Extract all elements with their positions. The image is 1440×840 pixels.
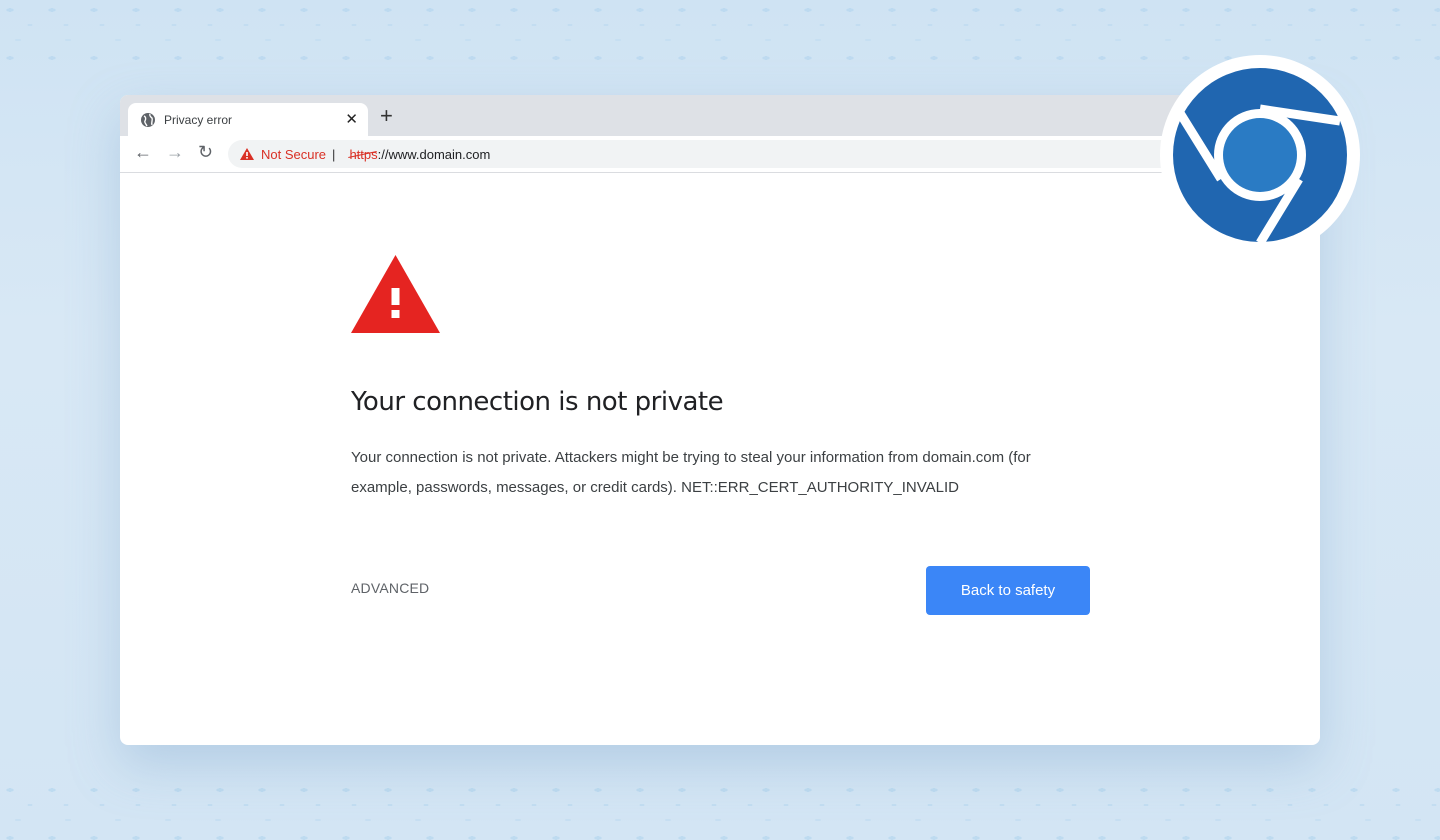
- tab-strip: Privacy error ✕ +: [120, 95, 1320, 136]
- tab-title: Privacy error: [164, 112, 233, 127]
- arrow-left-icon[interactable]: ←: [134, 142, 152, 163]
- back-to-safety-button[interactable]: Back to safety: [926, 566, 1090, 615]
- advanced-button[interactable]: ADVANCED: [351, 580, 429, 596]
- reload-icon[interactable]: ↻: [198, 142, 213, 163]
- omnibox-separator: |: [332, 146, 336, 162]
- url-host: ://www.domain.com: [377, 146, 491, 162]
- toolbar: ← → ↻ Not Secure | https ://www.domain.c…: [120, 136, 1320, 173]
- background-texture-bottom: [0, 780, 1440, 840]
- page-title: Your connection is not private: [351, 387, 724, 417]
- warning-triangle-icon: [351, 255, 440, 333]
- not-secure-label[interactable]: Not Secure: [261, 147, 326, 162]
- tab-privacy-error[interactable]: Privacy error ✕: [128, 103, 368, 136]
- globe-icon: [141, 112, 155, 127]
- error-content: Your connection is not private Your conn…: [351, 255, 1091, 503]
- browser-window: Privacy error ✕ + ← → ↻ Not Secure | htt…: [120, 95, 1320, 745]
- address-bar[interactable]: Not Secure | https ://www.domain.com: [228, 140, 1320, 168]
- arrow-right-icon[interactable]: →: [166, 142, 184, 163]
- chromium-logo-icon: [1160, 55, 1360, 255]
- background-texture-top: [0, 0, 1440, 60]
- warning-icon: [240, 148, 254, 160]
- error-description: Your connection is not private. Attacker…: [351, 449, 1031, 496]
- url-scheme: https: [349, 146, 378, 162]
- new-tab-button[interactable]: +: [380, 105, 393, 127]
- close-icon[interactable]: ✕: [345, 110, 358, 128]
